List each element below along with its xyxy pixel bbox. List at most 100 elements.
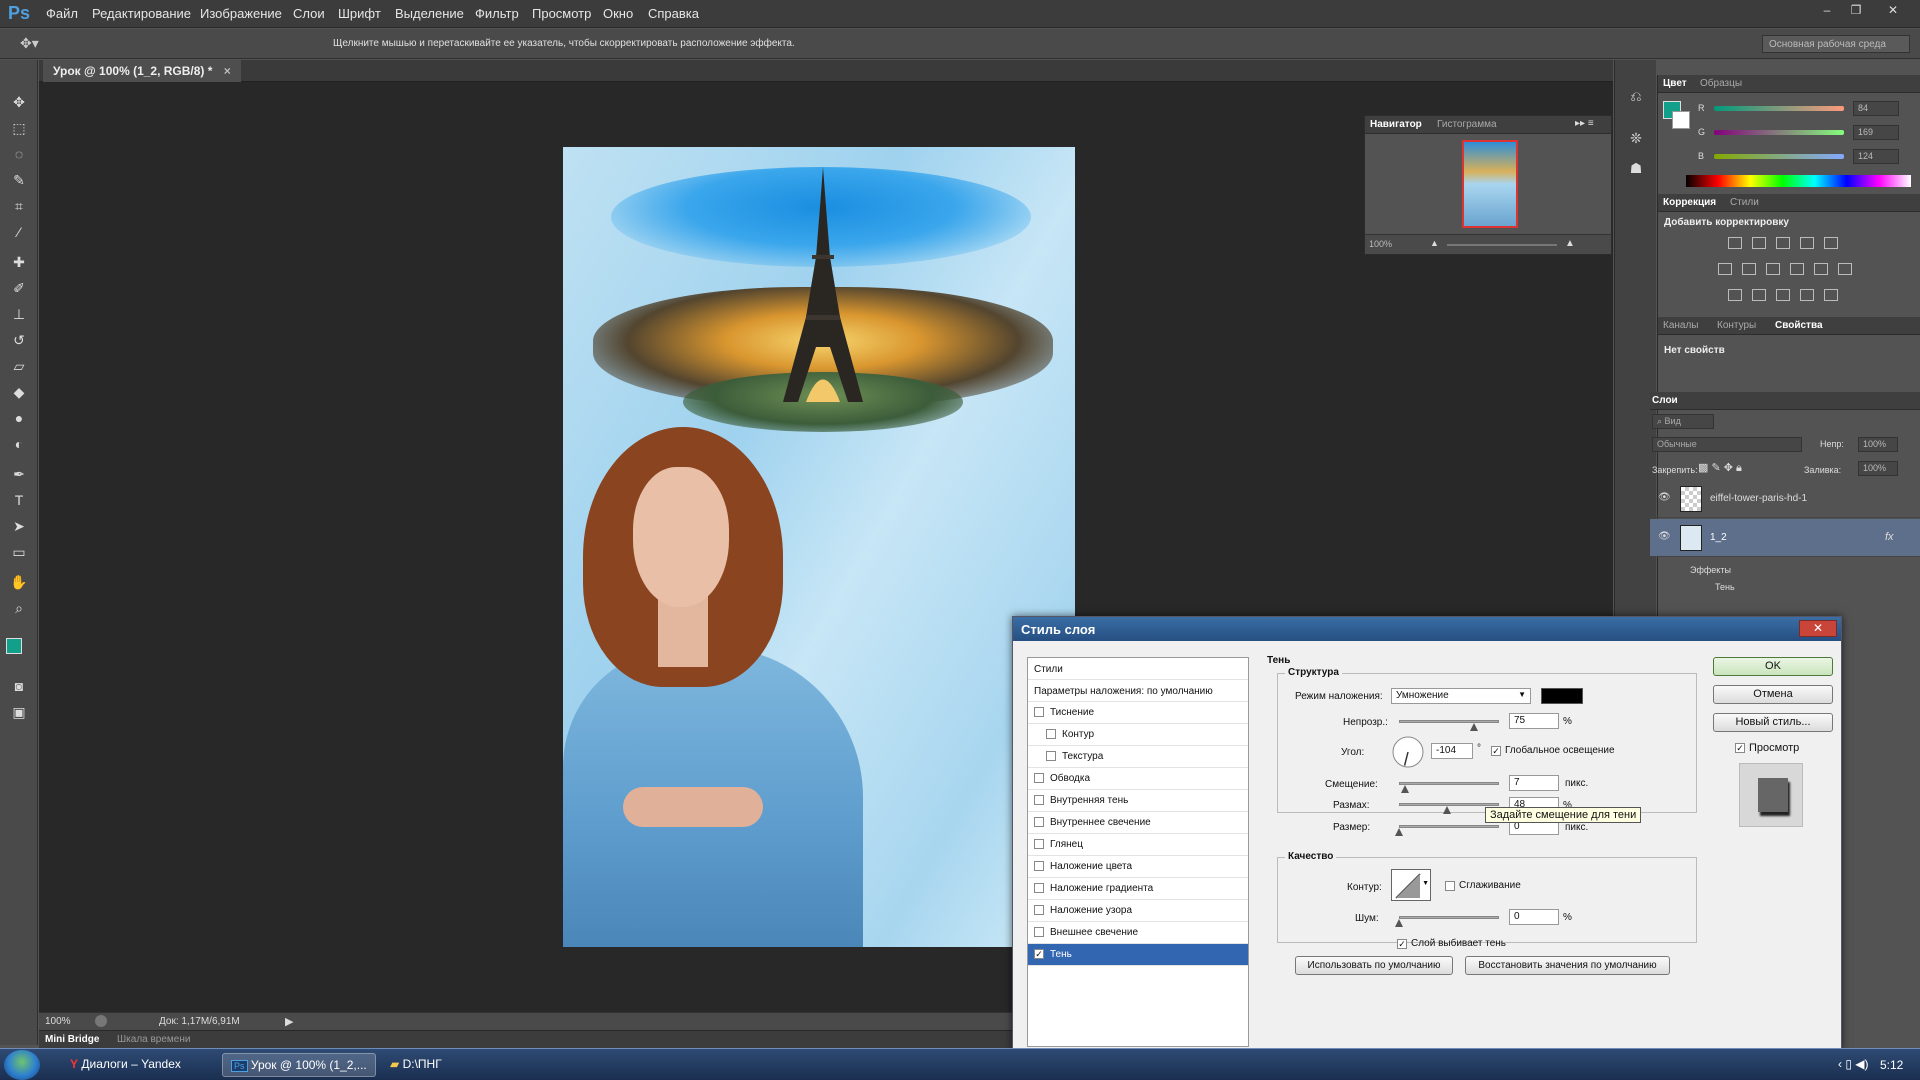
layer-name[interactable]: eiffel-tower-paris-hd-1 bbox=[1710, 493, 1807, 504]
tab-layers[interactable]: Слои bbox=[1652, 395, 1678, 406]
noise-slider-thumb[interactable] bbox=[1395, 919, 1403, 927]
knockout-label[interactable]: Слой выбивает тень bbox=[1411, 938, 1506, 949]
global-light-checkbox[interactable]: ✓ bbox=[1491, 746, 1501, 756]
style-item[interactable]: Наложение градиента bbox=[1028, 878, 1248, 900]
taskbar-item-photoshop[interactable]: Ps Урок @ 100% (1_2,... bbox=[222, 1053, 376, 1077]
style-item[interactable]: Внешнее свечение bbox=[1028, 922, 1248, 944]
gradient-map-icon[interactable] bbox=[1824, 289, 1838, 301]
size-slider-thumb[interactable] bbox=[1395, 828, 1403, 836]
menu-help[interactable]: Справка bbox=[648, 6, 699, 21]
layer-name[interactable]: 1_2 bbox=[1710, 532, 1727, 543]
channel-g-slider[interactable] bbox=[1714, 130, 1844, 135]
channel-mixer-icon[interactable] bbox=[1814, 263, 1828, 275]
clone-source-icon[interactable]: ☗ bbox=[1626, 160, 1646, 180]
style-item-checkbox[interactable] bbox=[1046, 729, 1056, 740]
style-item[interactable]: Наложение цвета bbox=[1028, 856, 1248, 878]
marquee-tool-icon[interactable]: ⬚ bbox=[9, 118, 29, 138]
dodge-tool-icon[interactable]: ◐ bbox=[9, 434, 29, 454]
styles-list-header[interactable]: Стили bbox=[1028, 658, 1248, 680]
layer-filter-select[interactable]: ⌕ Вид bbox=[1652, 414, 1714, 429]
tab-paths[interactable]: Контуры bbox=[1717, 320, 1756, 331]
style-item-checkbox[interactable] bbox=[1034, 839, 1044, 850]
tray-icons[interactable]: ‹ ▯ ◀︎) bbox=[1838, 1057, 1869, 1071]
channel-b-value[interactable]: 124 bbox=[1853, 149, 1899, 164]
dialog-titlebar[interactable]: Стиль слоя ✕ bbox=[1013, 617, 1841, 641]
style-item[interactable]: Глянец bbox=[1028, 834, 1248, 856]
reset-default-button[interactable]: Восстановить значения по умолчанию bbox=[1465, 956, 1670, 975]
opacity-slider[interactable] bbox=[1399, 720, 1499, 723]
black-white-icon[interactable] bbox=[1766, 263, 1780, 275]
minimize-button[interactable]: – bbox=[1816, 3, 1838, 19]
posterize-icon[interactable] bbox=[1752, 289, 1766, 301]
new-style-button[interactable]: Новый стиль... bbox=[1713, 713, 1833, 732]
navigator-thumbnail[interactable] bbox=[1462, 140, 1518, 228]
color-background-swatch[interactable] bbox=[1672, 111, 1690, 129]
lasso-tool-icon[interactable]: ◌ bbox=[9, 144, 29, 164]
style-item[interactable]: Внутреннее свечение bbox=[1028, 812, 1248, 834]
quick-select-tool-icon[interactable]: ✎ bbox=[9, 170, 29, 190]
layer-visibility-eye-icon[interactable]: 👁︎ bbox=[1658, 492, 1671, 503]
taskbar-item-yandex[interactable]: Y Диалоги – Yandex bbox=[62, 1053, 189, 1077]
offset-slider-thumb[interactable] bbox=[1401, 785, 1409, 793]
layer-opacity-input[interactable]: 100% bbox=[1858, 437, 1898, 452]
move-tool-preset-icon[interactable]: ✥▾ bbox=[20, 35, 39, 52]
noise-slider[interactable] bbox=[1399, 916, 1499, 919]
close-app-button[interactable]: ✕ bbox=[1882, 3, 1904, 19]
style-item-checkbox[interactable] bbox=[1034, 817, 1044, 828]
photo-filter-icon[interactable] bbox=[1790, 263, 1804, 275]
tab-adjustments[interactable]: Коррекция bbox=[1663, 197, 1716, 208]
style-item-checkbox[interactable] bbox=[1034, 773, 1044, 784]
layer-visibility-eye-icon[interactable]: 👁︎ bbox=[1658, 531, 1671, 542]
workspace-select[interactable]: Основная рабочая среда bbox=[1762, 35, 1910, 53]
blend-mode-select[interactable]: Умножение ▼ bbox=[1391, 688, 1531, 704]
make-default-button[interactable]: Использовать по умолчанию bbox=[1295, 956, 1453, 975]
curves-icon[interactable] bbox=[1776, 237, 1790, 249]
style-item-checkbox[interactable] bbox=[1046, 751, 1056, 762]
size-slider[interactable] bbox=[1399, 825, 1499, 828]
brush-tool-icon[interactable]: ✐ bbox=[9, 278, 29, 298]
menu-type[interactable]: Шрифт bbox=[338, 6, 381, 21]
style-item-checkbox[interactable]: ✓ bbox=[1034, 949, 1044, 960]
opacity-input[interactable]: 75 bbox=[1509, 713, 1559, 729]
zoom-in-icon[interactable]: ▲ bbox=[1565, 238, 1575, 249]
exposure-icon[interactable] bbox=[1800, 237, 1814, 249]
style-item[interactable]: Наложение узора bbox=[1028, 900, 1248, 922]
eraser-tool-icon[interactable]: ▱ bbox=[9, 356, 29, 376]
lock-icons[interactable]: ▩ ✎ ✥ 🔒︎ bbox=[1698, 461, 1742, 475]
brightness-icon[interactable] bbox=[1728, 237, 1742, 249]
style-item-checkbox[interactable] bbox=[1034, 927, 1044, 938]
menu-filter[interactable]: Фильтр bbox=[475, 6, 519, 21]
eyedropper-tool-icon[interactable]: ⁄ bbox=[9, 222, 29, 242]
paint-bucket-tool-icon[interactable]: ◆ bbox=[9, 382, 29, 402]
style-item[interactable]: Обводка bbox=[1028, 768, 1248, 790]
layer-fx-icon[interactable]: fx bbox=[1885, 531, 1894, 543]
layer-row[interactable]: 👁︎ eiffel-tower-paris-hd-1 bbox=[1650, 480, 1920, 518]
document-tab[interactable]: Урок @ 100% (1_2, RGB/8) * × bbox=[43, 60, 241, 82]
menu-edit[interactable]: Редактирование bbox=[92, 6, 191, 21]
opacity-slider-thumb[interactable] bbox=[1470, 723, 1478, 731]
layer-effect-shadow[interactable]: Тень bbox=[1715, 582, 1735, 592]
start-button[interactable] bbox=[4, 1050, 40, 1080]
history-panel-icon[interactable]: ⎌ bbox=[1626, 88, 1646, 108]
brush-settings-icon[interactable]: ❊ bbox=[1626, 130, 1646, 150]
move-tool-icon[interactable]: ✥ bbox=[9, 92, 29, 112]
style-item[interactable]: Текстура bbox=[1028, 746, 1248, 768]
pen-tool-icon[interactable]: ✒ bbox=[9, 464, 29, 484]
menu-layers[interactable]: Слои bbox=[293, 6, 325, 21]
tab-histogram[interactable]: Гистограмма bbox=[1437, 119, 1497, 130]
preview-checkbox[interactable]: ✓ bbox=[1735, 743, 1745, 753]
channel-b-slider[interactable] bbox=[1714, 154, 1844, 159]
knockout-checkbox[interactable]: ✓ bbox=[1397, 939, 1407, 949]
dialog-close-button[interactable]: ✕ bbox=[1799, 620, 1837, 637]
style-item-checkbox[interactable] bbox=[1034, 883, 1044, 894]
tab-channels[interactable]: Каналы bbox=[1663, 320, 1699, 331]
channel-r-value[interactable]: 84 bbox=[1853, 101, 1899, 116]
menu-image[interactable]: Изображение bbox=[200, 6, 282, 21]
tab-properties[interactable]: Свойства bbox=[1775, 320, 1823, 331]
tab-color[interactable]: Цвет bbox=[1663, 78, 1687, 89]
layer-effects-label[interactable]: Эффекты bbox=[1690, 565, 1731, 575]
preview-label[interactable]: Просмотр bbox=[1749, 742, 1799, 754]
layer-row-selected[interactable]: 👁︎ 1_2 fx bbox=[1650, 519, 1920, 557]
offset-slider[interactable] bbox=[1399, 782, 1499, 785]
style-item-checkbox[interactable] bbox=[1034, 795, 1044, 806]
